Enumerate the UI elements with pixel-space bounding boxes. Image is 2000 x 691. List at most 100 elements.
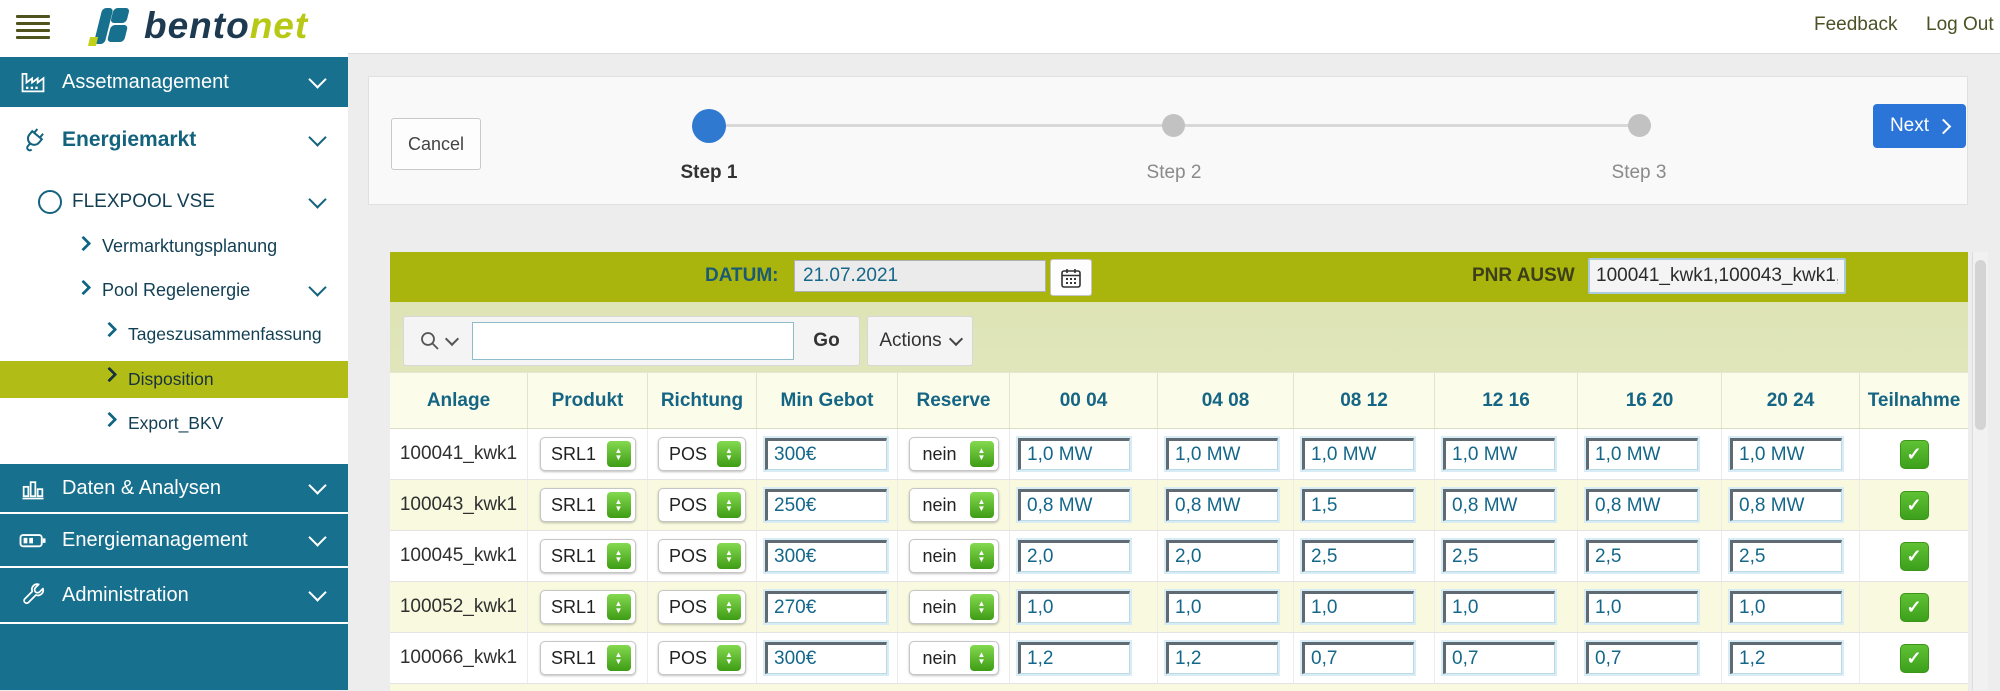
arrow-down-icon: ▼ bbox=[725, 607, 733, 614]
richtung-select[interactable]: POS▲▼ bbox=[658, 539, 746, 573]
richtung-cell: POS▲▼ bbox=[648, 582, 757, 632]
slot-input[interactable] bbox=[1166, 591, 1278, 623]
next-button[interactable]: Next bbox=[1873, 104, 1966, 148]
slot-input[interactable] bbox=[1302, 642, 1414, 674]
slot-input[interactable] bbox=[1018, 540, 1130, 572]
feedback-link[interactable]: Feedback bbox=[1814, 14, 1897, 36]
slot-input[interactable] bbox=[1018, 642, 1130, 674]
slot-input[interactable] bbox=[1018, 438, 1130, 470]
arrow-down-icon: ▼ bbox=[978, 556, 986, 563]
column-header-00-04: 00 04 bbox=[1010, 373, 1158, 428]
teilnahme-checkbox[interactable]: ✓ bbox=[1900, 491, 1929, 520]
scrollbar-thumb[interactable] bbox=[1975, 260, 1986, 430]
slot-input[interactable] bbox=[1730, 642, 1842, 674]
sidebar-item-export-bkv[interactable]: Export_BKV bbox=[0, 406, 348, 440]
slot-input[interactable] bbox=[1302, 540, 1414, 572]
slot-input[interactable] bbox=[1166, 438, 1278, 470]
sidebar-item-administration[interactable]: Administration bbox=[0, 568, 348, 622]
sidebar-item-tageszusammenfassung[interactable]: Tageszusammenfassung bbox=[0, 316, 348, 352]
slot-input[interactable] bbox=[1018, 591, 1130, 623]
produkt-select[interactable]: SRL1▲▼ bbox=[540, 590, 636, 624]
slot-input[interactable] bbox=[1730, 438, 1842, 470]
teilnahme-checkbox[interactable]: ✓ bbox=[1900, 542, 1929, 571]
teilnahme-checkbox[interactable]: ✓ bbox=[1900, 440, 1929, 469]
slot-input[interactable] bbox=[1730, 540, 1842, 572]
sidebar-item-energiemanagement[interactable]: Energiemanagement bbox=[0, 514, 348, 566]
slot-input[interactable] bbox=[1730, 489, 1842, 521]
slot-input[interactable] bbox=[1586, 540, 1698, 572]
reserve-select[interactable]: nein▲▼ bbox=[909, 539, 999, 573]
slot-input[interactable] bbox=[1586, 489, 1698, 521]
min-gebot-input[interactable] bbox=[765, 438, 887, 470]
produkt-select[interactable]: SRL1▲▼ bbox=[540, 641, 636, 675]
calendar-icon[interactable] bbox=[1050, 259, 1092, 296]
chevron-down-icon bbox=[949, 332, 963, 346]
reserve-select[interactable]: nein▲▼ bbox=[909, 437, 999, 471]
slot-input[interactable] bbox=[1166, 642, 1278, 674]
slot-input[interactable] bbox=[1018, 489, 1130, 521]
vertical-scrollbar[interactable] bbox=[1972, 252, 1988, 690]
arrow-down-icon: ▼ bbox=[978, 607, 986, 614]
reserve-cell: nein▲▼ bbox=[898, 531, 1010, 581]
slot-input[interactable] bbox=[1586, 591, 1698, 623]
step-1-dot[interactable] bbox=[692, 109, 726, 143]
slot-input[interactable] bbox=[1443, 438, 1555, 470]
step-2-dot[interactable] bbox=[1162, 114, 1185, 137]
reserve-select[interactable]: nein▲▼ bbox=[909, 590, 999, 624]
slot-input[interactable] bbox=[1166, 489, 1278, 521]
sidebar-item-energiemarkt[interactable]: Energiemarkt bbox=[0, 112, 348, 167]
table-header-row: AnlageProduktRichtungMin GebotReserve00 … bbox=[390, 372, 1968, 429]
cancel-button[interactable]: Cancel bbox=[391, 118, 481, 170]
min-gebot-input[interactable] bbox=[765, 642, 887, 674]
sidebar-item-vermarktungsplanung[interactable]: Vermarktungsplanung bbox=[0, 230, 348, 262]
teilnahme-checkbox[interactable]: ✓ bbox=[1900, 593, 1929, 622]
reserve-select[interactable]: nein▲▼ bbox=[909, 488, 999, 522]
slot-input[interactable] bbox=[1302, 489, 1414, 521]
slot-input[interactable] bbox=[1443, 489, 1555, 521]
search-input[interactable] bbox=[472, 322, 794, 360]
stepper-icon: ▲▼ bbox=[970, 441, 994, 467]
teilnahme-checkbox[interactable]: ✓ bbox=[1900, 644, 1929, 673]
go-button[interactable]: Go bbox=[794, 330, 859, 352]
slot-input[interactable] bbox=[1586, 438, 1698, 470]
datum-input[interactable] bbox=[794, 260, 1046, 292]
sidebar-item-pool-regelenergie[interactable]: Pool Regelenergie bbox=[0, 274, 348, 306]
arrow-down-icon: ▼ bbox=[615, 505, 623, 512]
sidebar-item-daten-analysen[interactable]: Daten & Analysen bbox=[0, 464, 348, 512]
richtung-select[interactable]: POS▲▼ bbox=[658, 437, 746, 471]
richtung-select[interactable]: POS▲▼ bbox=[658, 590, 746, 624]
column-header-12-16: 12 16 bbox=[1435, 373, 1578, 428]
actions-button[interactable]: Actions bbox=[867, 316, 973, 366]
reserve-select[interactable]: nein▲▼ bbox=[909, 641, 999, 675]
slot-input[interactable] bbox=[1302, 591, 1414, 623]
slot-input[interactable] bbox=[1443, 642, 1555, 674]
pnr-ausw-label: PNR AUSW bbox=[1472, 265, 1575, 287]
sidebar-item-disposition[interactable]: Disposition bbox=[0, 361, 348, 398]
richtung-select[interactable]: POS▲▼ bbox=[658, 488, 746, 522]
slot-input[interactable] bbox=[1730, 591, 1842, 623]
chevron-down-icon bbox=[308, 476, 326, 494]
search-column-selector[interactable] bbox=[404, 317, 472, 365]
produkt-select[interactable]: SRL1▲▼ bbox=[540, 539, 636, 573]
min-gebot-input[interactable] bbox=[765, 540, 887, 572]
column-header-04-08: 04 08 bbox=[1158, 373, 1294, 428]
sidebar-item-flexpool-vse[interactable]: FLEXPOOL VSE bbox=[0, 185, 348, 219]
sidebar-item-label: Administration bbox=[62, 584, 189, 607]
produkt-select[interactable]: SRL1▲▼ bbox=[540, 488, 636, 522]
slot-input[interactable] bbox=[1443, 540, 1555, 572]
slot-cell bbox=[1158, 480, 1294, 530]
min-gebot-input[interactable] bbox=[765, 591, 887, 623]
richtung-select[interactable]: POS▲▼ bbox=[658, 641, 746, 675]
stepper-icon: ▲▼ bbox=[970, 645, 994, 671]
pnr-ausw-input[interactable] bbox=[1588, 258, 1846, 294]
step-3-dot[interactable] bbox=[1628, 114, 1651, 137]
min-gebot-input[interactable] bbox=[765, 489, 887, 521]
produkt-select[interactable]: SRL1▲▼ bbox=[540, 437, 636, 471]
sidebar-item-assetmanagement[interactable]: Assetmanagement bbox=[0, 57, 348, 107]
slot-input[interactable] bbox=[1443, 591, 1555, 623]
slot-input[interactable] bbox=[1586, 642, 1698, 674]
logout-link[interactable]: Log Out bbox=[1926, 14, 1994, 36]
slot-input[interactable] bbox=[1302, 438, 1414, 470]
menu-icon[interactable] bbox=[16, 11, 50, 41]
slot-input[interactable] bbox=[1166, 540, 1278, 572]
